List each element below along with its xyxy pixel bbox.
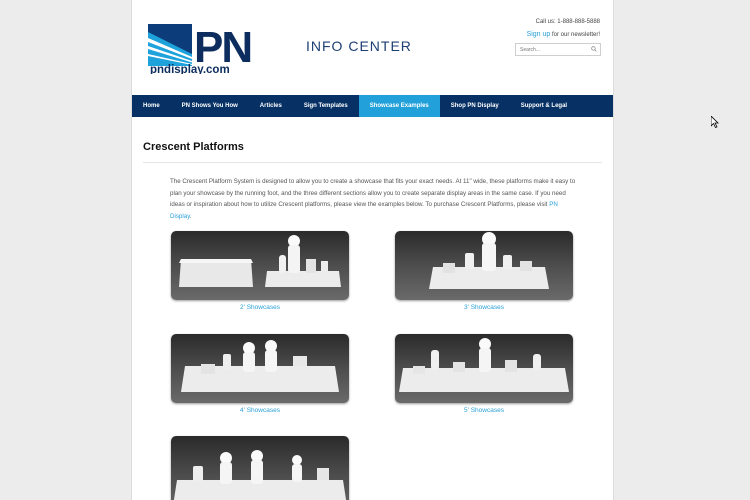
description-text: The Crescent Platform System is designed… xyxy=(170,178,576,209)
logo-domain: pndisplay.com xyxy=(150,64,230,74)
page-container: PN pndisplay.com INFO CENTER Call us: 1-… xyxy=(131,0,614,500)
caption-4ft-showcases[interactable]: 4' Showcases xyxy=(171,407,349,414)
description-end: . xyxy=(189,212,192,220)
signup-link[interactable]: Sign up xyxy=(527,31,551,38)
phone-number: Call us: 1-888-888-5888 xyxy=(535,19,600,25)
showcase-image-3ft[interactable] xyxy=(395,231,573,300)
nav-support-legal[interactable]: Support & Legal xyxy=(510,95,578,117)
pn-logo[interactable]: PN pndisplay.com xyxy=(148,23,280,76)
nav-articles[interactable]: Articles xyxy=(249,95,293,117)
nav-home[interactable]: Home xyxy=(132,95,171,117)
showcase-image-6ft[interactable] xyxy=(171,436,349,500)
caption-3ft-showcases[interactable]: 3' Showcases xyxy=(395,304,573,311)
search-input[interactable]: Search... xyxy=(515,43,601,56)
title-divider xyxy=(143,162,602,163)
showcase-image-2ft[interactable] xyxy=(171,231,349,300)
showcase-image-4ft[interactable] xyxy=(171,334,349,403)
page-description: The Crescent Platform System is designed… xyxy=(170,176,577,222)
newsletter-text: for our newsletter! xyxy=(550,32,600,38)
showcase-image-5ft[interactable] xyxy=(395,334,573,403)
nav-pn-shows-you-how[interactable]: PN Shows You How xyxy=(171,95,249,117)
mouse-cursor-icon xyxy=(711,116,719,128)
page-title: Crescent Platforms xyxy=(143,141,244,153)
caption-2ft-showcases[interactable]: 2' Showcases xyxy=(171,304,349,311)
nav-sign-templates[interactable]: Sign Templates xyxy=(293,95,359,117)
search-icon[interactable] xyxy=(591,46,597,52)
caption-5ft-showcases[interactable]: 5' Showcases xyxy=(395,407,573,414)
nav-showcase-examples[interactable]: Showcase Examples xyxy=(358,95,440,117)
search-placeholder: Search... xyxy=(520,47,541,53)
newsletter-line: Sign up for our newsletter! xyxy=(527,31,600,38)
nav-shop-pn-display[interactable]: Shop PN Display xyxy=(440,95,510,117)
info-center-title: INFO CENTER xyxy=(306,38,412,54)
main-nav: Home PN Shows You How Articles Sign Temp… xyxy=(132,95,613,117)
